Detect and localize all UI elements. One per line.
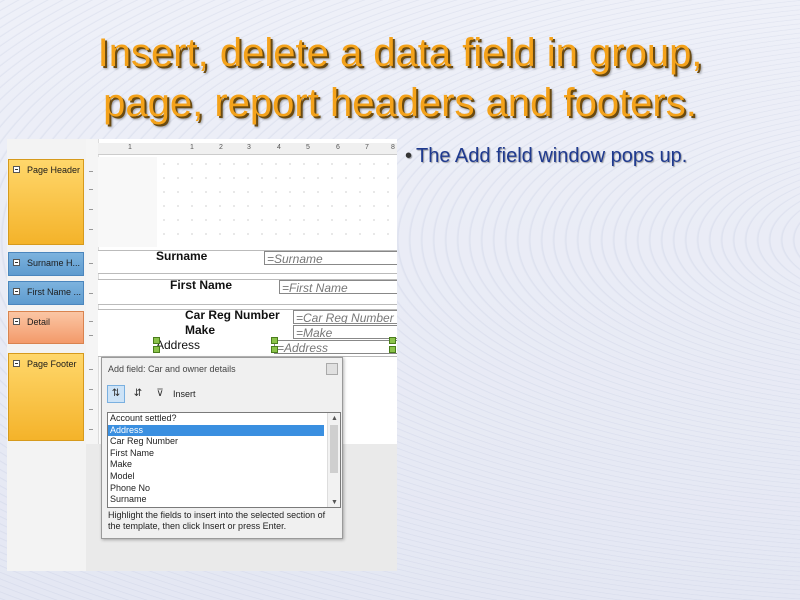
chevron-up-icon[interactable]: ▲ <box>331 415 338 422</box>
ruler-tick <box>89 171 93 172</box>
list-item[interactable]: Surname <box>108 494 324 506</box>
list-item[interactable]: Car Reg Number <box>108 436 324 448</box>
ruler-number: 7 <box>365 144 369 151</box>
slide-title-line-1: Insert, delete a data field in group, <box>97 31 703 75</box>
sort-descending-icon[interactable]: ⇵ <box>129 385 147 403</box>
make-label[interactable]: Make <box>185 323 215 337</box>
horizontal-ruler: 1 1 2 3 4 5 6 7 8 <box>98 143 397 155</box>
selection-handle[interactable] <box>153 337 160 344</box>
selection-handle[interactable] <box>153 346 160 353</box>
selection-handle[interactable] <box>389 346 396 353</box>
dialog-title: Add field: Car and owner details <box>108 364 236 374</box>
list-item[interactable]: Make <box>108 459 324 471</box>
section-label: Page Footer <box>27 359 77 369</box>
make-field[interactable]: =Make <box>293 325 397 339</box>
page-header-margin <box>98 157 157 247</box>
filter-icon[interactable]: ⊽ <box>151 385 169 403</box>
ruler-tick <box>89 209 93 210</box>
bullet-text: The Add field window pops up. <box>416 145 688 167</box>
selection-handle[interactable] <box>271 337 278 344</box>
page-header-band[interactable] <box>157 157 397 247</box>
list-item[interactable]: Phone No <box>108 483 324 495</box>
collapse-icon[interactable] <box>13 166 20 173</box>
ruler-tick <box>89 389 93 390</box>
ruler-number: 8 <box>391 144 395 151</box>
section-label: Detail <box>27 317 51 327</box>
section-firstname-header[interactable]: First Name ... <box>8 281 84 305</box>
selection-handle[interactable] <box>389 337 396 344</box>
list-item[interactable]: Account settled? <box>108 413 324 425</box>
dialog-hint: Highlight the fields to insert into the … <box>108 510 326 531</box>
ruler-number: 6 <box>336 144 340 151</box>
address-label[interactable]: Address <box>156 338 200 352</box>
ruler-number: 1 <box>128 144 132 151</box>
section-label: Surname H... <box>27 258 81 268</box>
surname-field[interactable]: =Surname <box>264 251 397 265</box>
section-label: Page Header <box>27 165 81 175</box>
add-field-dialog: Add field: Car and owner details ⇅ ⇵ ⊽ I… <box>101 357 343 539</box>
ruler-number: 3 <box>247 144 251 151</box>
bullet-point: • The Add field window pops up. <box>405 145 687 168</box>
carreg-label[interactable]: Car Reg Number <box>185 308 280 322</box>
ruler-tick <box>89 321 93 322</box>
ruler-tick <box>89 369 93 370</box>
collapse-icon[interactable] <box>13 259 20 266</box>
slide-title: Insert, delete a data field in group, pa… <box>0 28 800 128</box>
ruler-number: 2 <box>219 144 223 151</box>
address-field[interactable]: =Address <box>274 340 397 354</box>
list-item[interactable]: Model <box>108 471 324 483</box>
selection-handle[interactable] <box>271 346 278 353</box>
bullet-dot-icon: • <box>405 145 413 167</box>
ruler-number: 1 <box>190 144 194 151</box>
slide-title-line-2: page, report headers and footers. <box>103 81 697 125</box>
ruler-tick <box>89 189 93 190</box>
collapse-icon[interactable] <box>13 360 20 367</box>
list-scrollbar[interactable]: ▲ ▼ <box>327 413 340 507</box>
section-surname-header[interactable]: Surname H... <box>8 252 84 276</box>
list-item-selected[interactable]: Address <box>108 424 324 437</box>
ruler-tick <box>89 293 93 294</box>
collapse-icon[interactable] <box>13 318 20 325</box>
ruler-tick <box>89 263 93 264</box>
chevron-down-icon[interactable]: ▼ <box>331 499 338 506</box>
firstname-label[interactable]: First Name <box>170 278 232 292</box>
ruler-tick <box>89 335 93 336</box>
ruler-number: 4 <box>277 144 281 151</box>
ruler-tick <box>89 429 93 430</box>
section-detail[interactable]: Detail <box>8 311 84 344</box>
list-item[interactable]: First Name <box>108 448 324 460</box>
sort-ascending-icon[interactable]: ⇅ <box>107 385 125 403</box>
section-list: Page Header Surname H... First Name ... … <box>7 139 86 571</box>
section-page-footer[interactable]: Page Footer <box>8 353 84 441</box>
ruler-number: 5 <box>306 144 310 151</box>
close-icon[interactable] <box>326 363 338 375</box>
carreg-field[interactable]: =Car Reg Number <box>293 310 397 324</box>
collapse-icon[interactable] <box>13 288 20 295</box>
scrollbar-thumb[interactable] <box>330 425 338 473</box>
field-list[interactable]: Account settled? Address Car Reg Number … <box>107 412 341 508</box>
ruler-tick <box>89 229 93 230</box>
insert-button[interactable]: Insert <box>173 389 196 399</box>
section-label: First Name ... <box>27 287 82 297</box>
section-page-header[interactable]: Page Header <box>8 159 84 245</box>
ruler-tick <box>89 409 93 410</box>
surname-label[interactable]: Surname <box>156 249 207 263</box>
firstname-field[interactable]: =First Name <box>279 280 397 294</box>
